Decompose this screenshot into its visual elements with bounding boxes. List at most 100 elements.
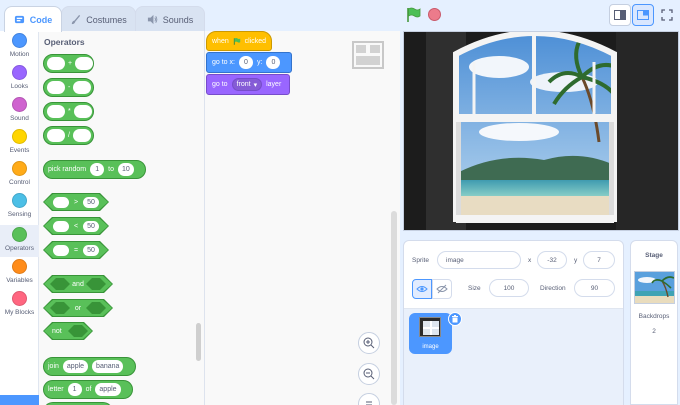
- operand-slot[interactable]: [47, 105, 65, 118]
- green-flag-icon: [233, 37, 240, 45]
- operand-slot[interactable]: [73, 105, 92, 118]
- zoom-reset-button[interactable]: [358, 393, 380, 405]
- category-sensing[interactable]: Sensing: [0, 193, 39, 225]
- boolean-slot[interactable]: [68, 325, 88, 337]
- multiply-block[interactable]: *: [43, 102, 94, 121]
- to-label: to: [108, 166, 114, 173]
- normal-stage-button[interactable]: [632, 4, 654, 26]
- operand-slot[interactable]: [53, 197, 69, 208]
- operand-slot[interactable]: [72, 129, 91, 142]
- category-control[interactable]: Control: [0, 161, 39, 193]
- sprite-direction-input[interactable]: 90: [574, 279, 615, 297]
- sprite-x-input[interactable]: -32: [537, 251, 567, 269]
- boolean-slot[interactable]: [86, 278, 106, 290]
- and-block[interactable]: and: [44, 276, 112, 292]
- motion-color-dot: [12, 33, 27, 48]
- category-label: Looks: [10, 83, 29, 90]
- sprite-size-input[interactable]: 100: [489, 279, 529, 297]
- operand-slot[interactable]: [47, 57, 65, 70]
- sprite-info-bar: Sprite image x -32 y 7 Size 100 Directio…: [404, 241, 623, 309]
- eye-open-icon: [416, 286, 428, 292]
- operator-symbol: =: [74, 246, 79, 254]
- show-sprite-button[interactable]: [412, 279, 432, 299]
- boolean-slot[interactable]: [50, 278, 70, 290]
- pick-random-block[interactable]: pick random 1 to 10: [43, 160, 146, 179]
- random-from-input[interactable]: 1: [90, 163, 105, 176]
- tab-costumes[interactable]: Costumes: [61, 6, 136, 32]
- looks-color-dot: [12, 65, 27, 80]
- sprite-name-input[interactable]: image: [437, 251, 521, 269]
- small-stage-button[interactable]: [609, 4, 631, 26]
- join-block[interactable]: join apple banana: [43, 357, 136, 376]
- script-area[interactable]: when clicked go to x: 0 y: 0 go to front…: [205, 31, 400, 405]
- category-motion[interactable]: Motion: [0, 33, 39, 65]
- tab-code[interactable]: Code: [4, 6, 62, 32]
- category-events[interactable]: Events: [0, 129, 39, 161]
- zoom-in-button[interactable]: [358, 332, 380, 354]
- greater-than-block[interactable]: > 50: [44, 194, 108, 210]
- divide-block[interactable]: /: [43, 126, 94, 145]
- y-label: y: [574, 257, 578, 264]
- window-picture-icon: [423, 321, 439, 335]
- category-looks[interactable]: Looks: [0, 65, 39, 97]
- stage-canvas[interactable]: [403, 31, 679, 231]
- stage-backdrop-image: [404, 32, 678, 230]
- category-variables[interactable]: Variables: [0, 259, 39, 291]
- pick-random-label: pick random: [48, 166, 87, 173]
- category-my-blocks[interactable]: My Blocks: [0, 291, 39, 323]
- join-first-input[interactable]: apple: [62, 360, 89, 373]
- less-than-block[interactable]: < 50: [44, 218, 108, 234]
- compare-value-input[interactable]: 50: [83, 197, 99, 208]
- category-operators[interactable]: Operators: [0, 225, 39, 257]
- compare-value-input[interactable]: 50: [83, 245, 99, 256]
- operator-symbol: /: [68, 132, 70, 139]
- operand-slot[interactable]: [73, 81, 92, 94]
- script-area-scrollbar[interactable]: [391, 211, 397, 405]
- letter-word-input[interactable]: apple: [95, 383, 121, 396]
- zoom-in-icon: [363, 337, 375, 349]
- extension-button-bar[interactable]: [0, 395, 39, 405]
- subtract-block[interactable]: -: [43, 78, 94, 97]
- stop-button[interactable]: [428, 8, 441, 21]
- equals-block[interactable]: = 50: [44, 242, 108, 258]
- compare-value-input[interactable]: 50: [83, 221, 99, 232]
- tab-sounds[interactable]: Sounds: [135, 6, 205, 32]
- go-to-xy-block[interactable]: go to x: 0 y: 0: [206, 52, 292, 73]
- x-input[interactable]: 0: [238, 56, 253, 69]
- small-stage-icon: [614, 10, 626, 20]
- letter-of-block[interactable]: letter 1 of apple: [43, 380, 133, 399]
- go-to-layer-block[interactable]: go to front ▾ layer: [206, 74, 290, 95]
- fullscreen-button[interactable]: [656, 4, 678, 26]
- green-flag-button[interactable]: [405, 7, 421, 23]
- operand-slot[interactable]: [75, 57, 94, 70]
- stage-selector[interactable]: Stage Backdrops 2: [630, 240, 678, 405]
- sprite-y-input[interactable]: 7: [583, 251, 615, 269]
- sprite-thumbnail[interactable]: image: [409, 312, 462, 354]
- zoom-out-button[interactable]: [358, 363, 380, 385]
- or-block[interactable]: or: [44, 300, 112, 316]
- operand-slot[interactable]: [53, 221, 69, 232]
- y-input[interactable]: 0: [266, 56, 281, 69]
- random-to-input[interactable]: 10: [117, 163, 134, 176]
- delete-sprite-button[interactable]: [448, 312, 462, 326]
- boolean-slot[interactable]: [50, 302, 70, 314]
- hide-sprite-button[interactable]: [432, 279, 452, 299]
- sprite-list: image: [404, 309, 623, 405]
- operand-slot[interactable]: [47, 129, 65, 142]
- when-flag-clicked-block[interactable]: when clicked: [206, 31, 272, 51]
- operand-slot[interactable]: [53, 245, 69, 256]
- join-second-input[interactable]: banana: [92, 360, 124, 373]
- category-label: Sound: [10, 115, 29, 122]
- not-block[interactable]: not: [44, 323, 92, 339]
- letter-index-input[interactable]: 1: [67, 383, 82, 396]
- operand-slot[interactable]: [47, 81, 65, 94]
- layer-dropdown[interactable]: front ▾: [231, 78, 263, 91]
- zoom-out-icon: [363, 368, 375, 380]
- boolean-slot[interactable]: [86, 302, 106, 314]
- join-label: join: [48, 363, 59, 370]
- category-label: Control: [9, 179, 30, 186]
- add-block[interactable]: +: [43, 54, 94, 73]
- palette-scrollbar[interactable]: [196, 323, 201, 361]
- category-sound[interactable]: Sound: [0, 97, 39, 129]
- category-label: Operators: [5, 245, 34, 252]
